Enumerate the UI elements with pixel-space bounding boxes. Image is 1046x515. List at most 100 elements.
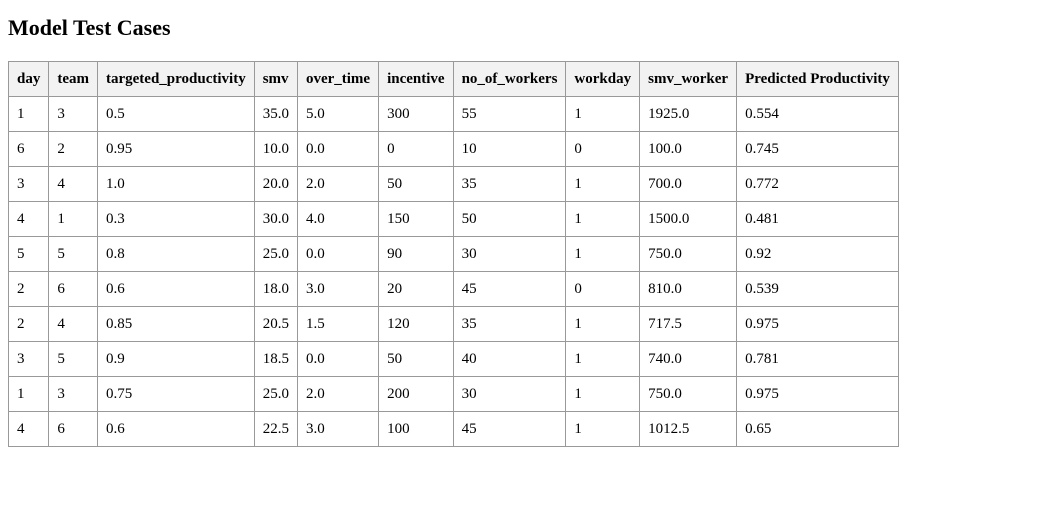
- table-cell: 0.8: [97, 236, 255, 272]
- table-cell: 25.0: [253, 236, 298, 272]
- table-cell: 35.0: [253, 96, 298, 132]
- table-row: 4 1 0.3 30.0 4.0 150 50 1 1500.0 0.481: [7, 201, 899, 237]
- table-cell: 0.75: [97, 376, 255, 412]
- column-header-team: team: [48, 61, 98, 97]
- table-cell: 0.554: [736, 96, 899, 132]
- table-cell: 740.0: [639, 341, 738, 377]
- table-cell: 0.5: [97, 96, 255, 132]
- table-cell: 1.0: [97, 166, 255, 202]
- table-body: 1 3 0.5 35.0 5.0 300 55 1 1925.0 0.554 6 2 0.95 10.0 0…: [7, 96, 899, 447]
- table-cell: 1: [48, 201, 98, 237]
- table-cell: 5: [48, 341, 98, 377]
- table-row: 3 5 0.9 18.5 0.0 50 40 1 740.0 0.781: [7, 341, 899, 377]
- table-cell: 750.0: [639, 236, 738, 272]
- page: Model Test Cases day team targeted_product…: [0, 0, 1046, 515]
- table-cell: 4: [7, 411, 50, 447]
- table-cell: 20.5: [253, 306, 298, 342]
- table-cell: 300: [378, 96, 454, 132]
- table-cell: 1: [565, 341, 641, 377]
- table-cell: 55: [452, 96, 567, 132]
- table-cell: 100.0: [639, 131, 738, 167]
- table-cell: 0.0: [296, 131, 380, 167]
- table-row: 1 3 0.75 25.0 2.0 200 30 1 750.0 0.975: [7, 376, 899, 412]
- column-header-no-of-workers: no_of_workers: [452, 61, 567, 97]
- table-cell: 2.0: [296, 376, 380, 412]
- table-cell: 3: [48, 376, 98, 412]
- table-cell: 717.5: [639, 306, 738, 342]
- table-cell: 150: [378, 201, 454, 237]
- table-cell: 1.5: [296, 306, 380, 342]
- table-row: 6 2 0.95 10.0 0.0 0 10 0 100.0 0.745: [7, 131, 899, 167]
- table-cell: 2: [48, 131, 98, 167]
- table-row: 1 3 0.5 35.0 5.0 300 55 1 1925.0 0.554: [7, 96, 899, 132]
- table-cell: 6: [7, 131, 50, 167]
- table-cell: 25.0: [253, 376, 298, 412]
- table-cell: 0.781: [736, 341, 899, 377]
- table-cell: 2: [7, 306, 50, 342]
- table-cell: 1500.0: [639, 201, 738, 237]
- table-cell: 1: [565, 411, 641, 447]
- table-cell: 0.772: [736, 166, 899, 202]
- column-header-targeted-productivity: targeted_productivity: [97, 61, 255, 97]
- table-row: 2 4 0.85 20.5 1.5 120 35 1 717.5 0.975: [7, 306, 899, 342]
- table-cell: 0.975: [736, 306, 899, 342]
- table-cell: 1012.5: [639, 411, 738, 447]
- table-cell: 22.5: [253, 411, 298, 447]
- column-header-smv: smv: [253, 61, 298, 97]
- column-header-over-time: over_time: [296, 61, 380, 97]
- table-cell: 35: [452, 166, 567, 202]
- table-cell: 0.0: [296, 236, 380, 272]
- table-cell: 4.0: [296, 201, 380, 237]
- table-cell: 100: [378, 411, 454, 447]
- table-cell: 50: [452, 201, 567, 237]
- header-row: day team targeted_productivity smv over_time…: [7, 61, 899, 97]
- table-cell: 40: [452, 341, 567, 377]
- table-cell: 700.0: [639, 166, 738, 202]
- table-cell: 3: [48, 96, 98, 132]
- table-row: 5 5 0.8 25.0 0.0 90 30 1 750.0 0.92: [7, 236, 899, 272]
- table-cell: 0: [378, 131, 454, 167]
- table-cell: 18.0: [253, 271, 298, 307]
- table-cell: 0.539: [736, 271, 899, 307]
- table-cell: 30.0: [253, 201, 298, 237]
- table-cell: 810.0: [639, 271, 738, 307]
- table-cell: 3: [7, 166, 50, 202]
- table-cell: 1: [565, 96, 641, 132]
- table-cell: 1925.0: [639, 96, 738, 132]
- table-cell: 2.0: [296, 166, 380, 202]
- table-cell: 30: [452, 236, 567, 272]
- table-cell: 1: [7, 96, 50, 132]
- table-cell: 1: [565, 201, 641, 237]
- page-title: Model Test Cases: [8, 15, 171, 40]
- table-cell: 0.6: [97, 411, 255, 447]
- table-cell: 35: [452, 306, 567, 342]
- table-cell: 750.0: [639, 376, 738, 412]
- table-cell: 2: [7, 271, 50, 307]
- table-header: day team targeted_productivity smv over_time…: [7, 61, 899, 97]
- table-cell: 18.5: [253, 341, 298, 377]
- table-cell: 50: [378, 341, 454, 377]
- table-cell: 1: [7, 376, 50, 412]
- table-cell: 1: [565, 376, 641, 412]
- table-row: 2 6 0.6 18.0 3.0 20 45 0 810.0 0.539: [7, 271, 899, 307]
- table-cell: 20.0: [253, 166, 298, 202]
- table-cell: 0.6: [97, 271, 255, 307]
- table-cell: 0: [565, 131, 641, 167]
- column-header-workday: workday: [565, 61, 641, 97]
- table-cell: 0.85: [97, 306, 255, 342]
- table-cell: 0.65: [736, 411, 899, 447]
- table-cell: 3: [7, 341, 50, 377]
- table-cell: 0.9: [97, 341, 255, 377]
- test-cases-table: day team targeted_productivity smv over_time…: [7, 61, 899, 447]
- column-header-incentive: incentive: [378, 61, 454, 97]
- table-cell: 120: [378, 306, 454, 342]
- table-cell: 0.0: [296, 341, 380, 377]
- table-cell: 6: [48, 411, 98, 447]
- table-row: 4 6 0.6 22.5 3.0 100 45 1 1012.5 0.65: [7, 411, 899, 447]
- table-cell: 1: [565, 166, 641, 202]
- column-header-predicted-productivity: Predicted Productivity: [736, 61, 899, 97]
- table-cell: 45: [452, 271, 567, 307]
- table-cell: 30: [452, 376, 567, 412]
- table-cell: 200: [378, 376, 454, 412]
- table-cell: 0: [565, 271, 641, 307]
